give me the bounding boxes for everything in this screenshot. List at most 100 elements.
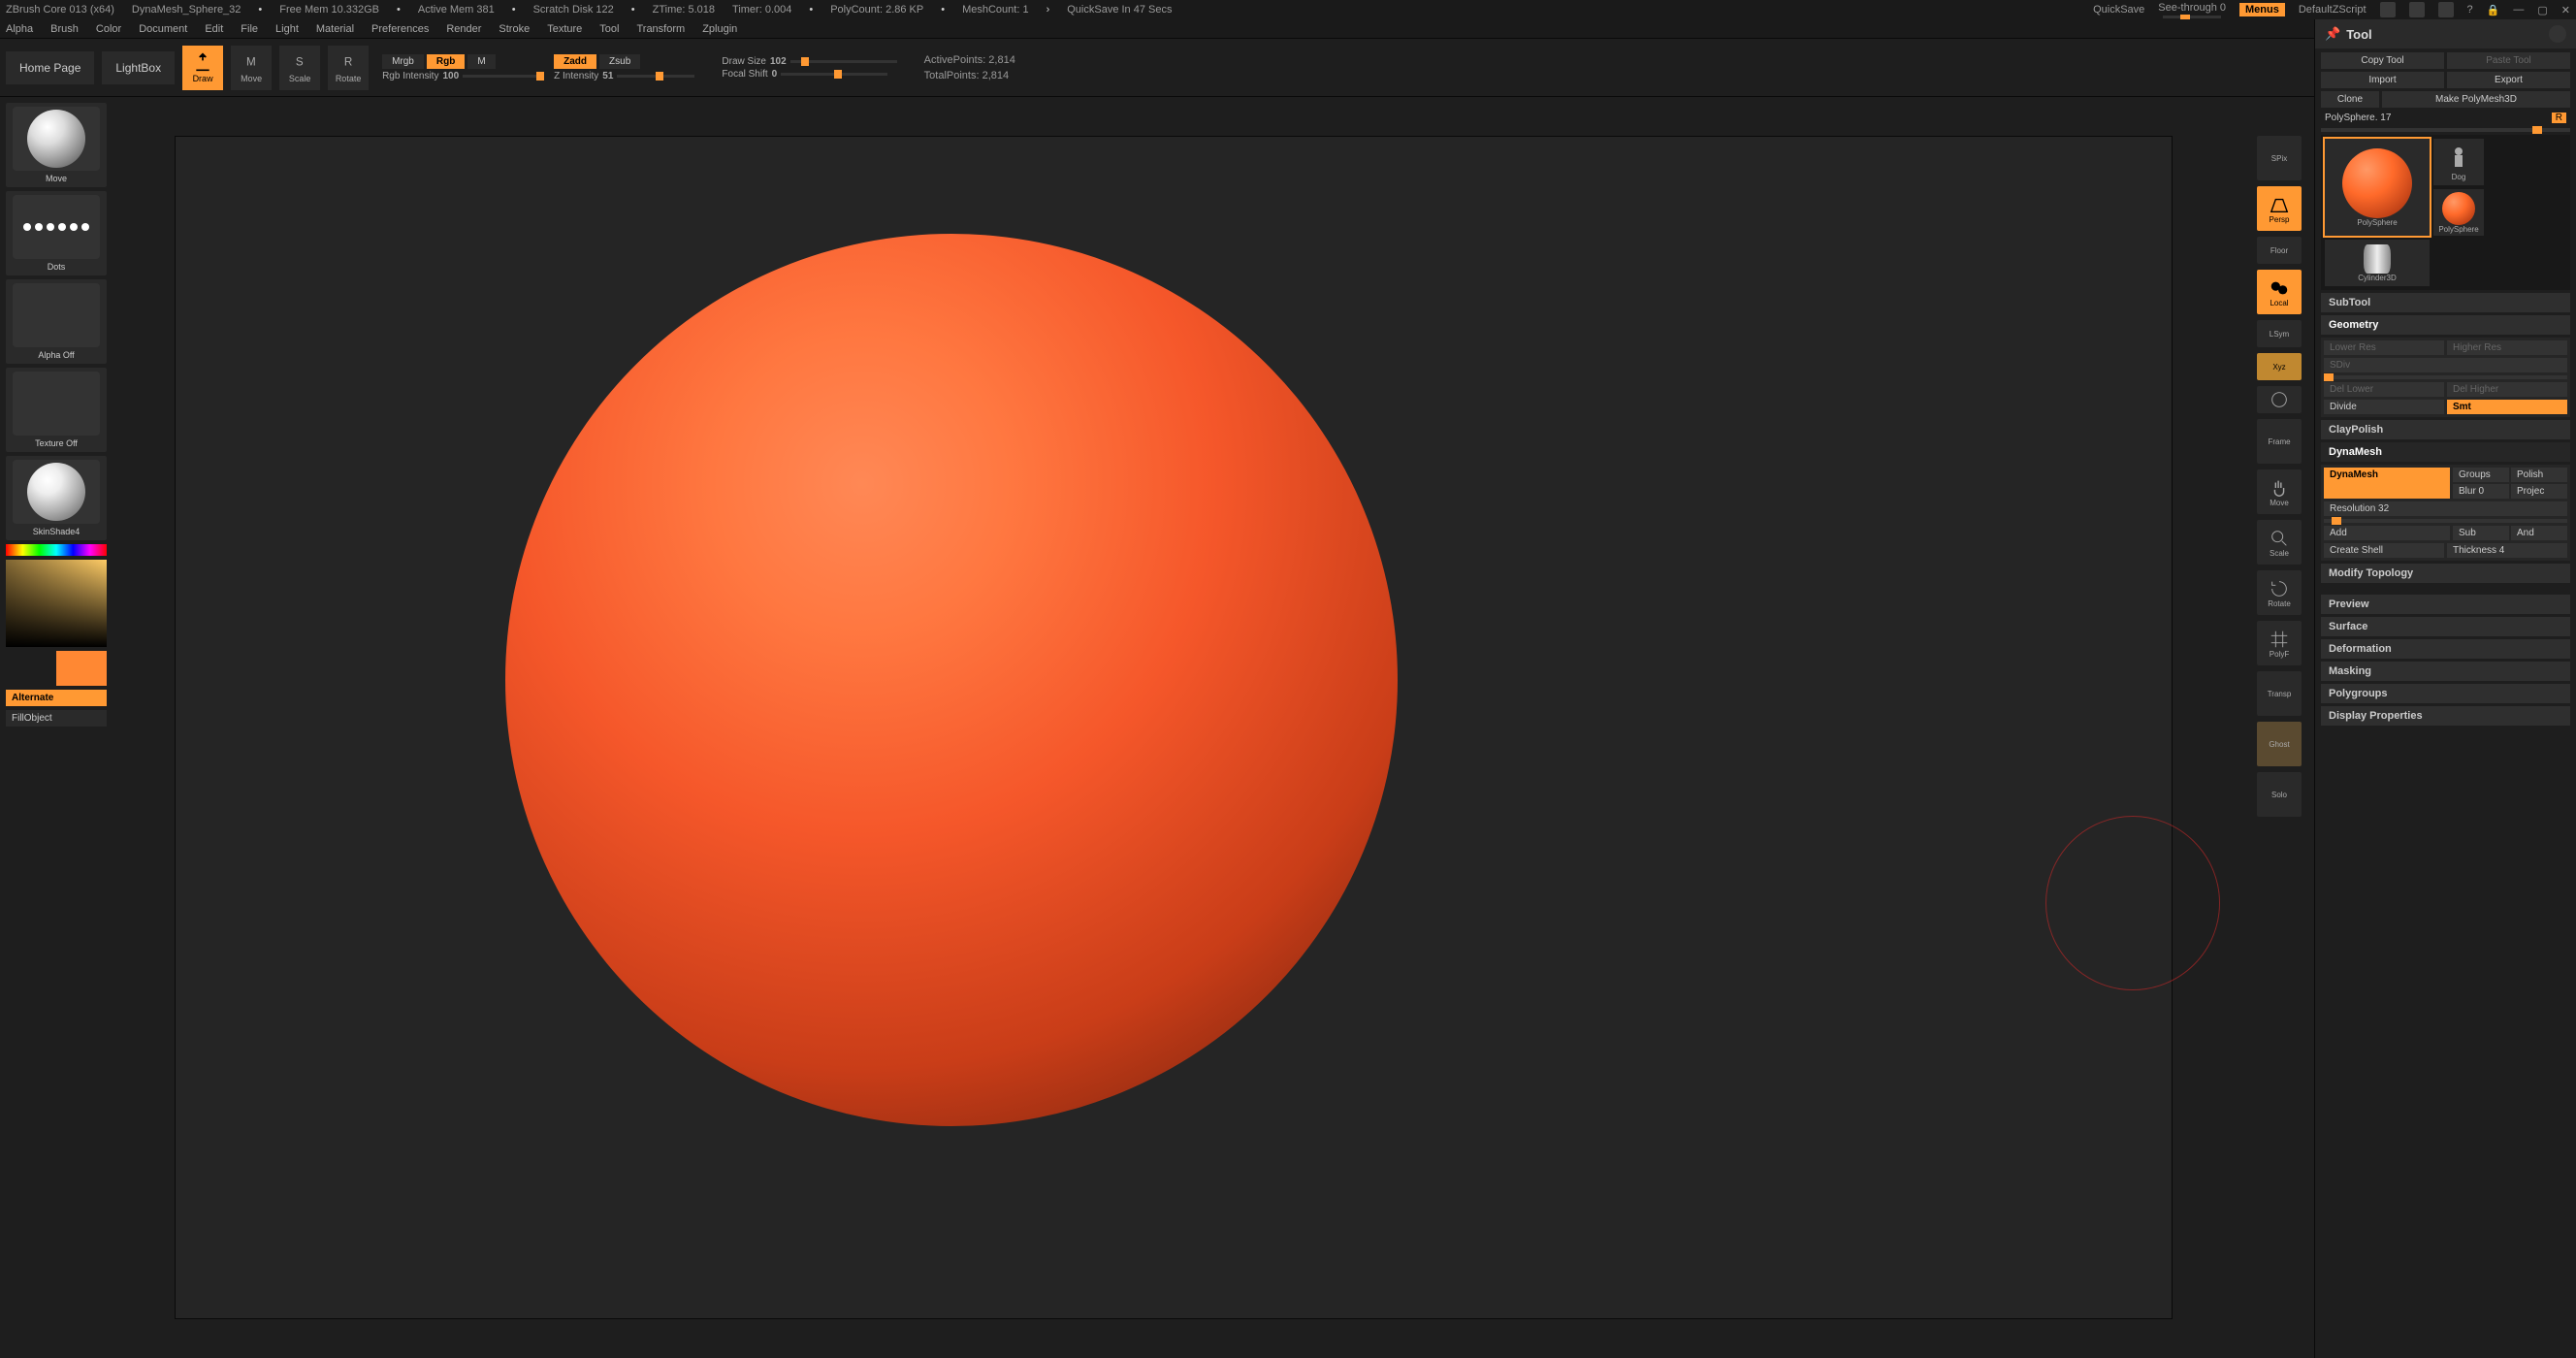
- section-display-properties[interactable]: Display Properties: [2321, 706, 2570, 726]
- rotate-mode-button[interactable]: R Rotate: [328, 46, 369, 90]
- and-button[interactable]: And: [2511, 526, 2567, 540]
- section-preview[interactable]: Preview: [2321, 595, 2570, 614]
- alternate-button[interactable]: Alternate: [6, 690, 107, 706]
- texture-selector[interactable]: Texture Off: [6, 368, 107, 452]
- paste-tool-button[interactable]: Paste Tool: [2447, 52, 2570, 69]
- menu-material[interactable]: Material: [316, 23, 354, 35]
- menus-button[interactable]: Menus: [2239, 3, 2285, 16]
- maximize-icon[interactable]: ▢: [2537, 4, 2547, 16]
- brush-selector[interactable]: Move: [6, 103, 107, 187]
- hue-strip[interactable]: [6, 544, 107, 556]
- lsym-button[interactable]: LSym: [2257, 320, 2302, 347]
- lightbox-button[interactable]: LightBox: [102, 51, 175, 84]
- viewport[interactable]: [175, 136, 2173, 1319]
- rgb-button[interactable]: Rgb: [427, 54, 465, 69]
- menu-preferences[interactable]: Preferences: [371, 23, 429, 35]
- z-intensity-slider[interactable]: [617, 75, 694, 78]
- fillobject-button[interactable]: FillObject: [6, 710, 107, 727]
- create-shell-button[interactable]: Create Shell: [2324, 543, 2444, 558]
- layout-icon[interactable]: [2380, 2, 2396, 17]
- menu-stroke[interactable]: Stroke: [499, 23, 530, 35]
- smt-button[interactable]: Smt: [2447, 400, 2567, 414]
- menu-brush[interactable]: Brush: [50, 23, 79, 35]
- rgb-intensity-slider[interactable]: [463, 75, 540, 78]
- section-deformation[interactable]: Deformation: [2321, 639, 2570, 659]
- section-polygroups[interactable]: Polygroups: [2321, 684, 2570, 703]
- nav-move-button[interactable]: Move: [2257, 469, 2302, 514]
- groups-button[interactable]: Groups: [2453, 468, 2509, 482]
- divide-button[interactable]: Divide: [2324, 400, 2444, 414]
- section-masking[interactable]: Masking: [2321, 662, 2570, 681]
- mesh-sphere[interactable]: [505, 234, 1398, 1126]
- tool-thumb-dog[interactable]: Dog: [2433, 139, 2484, 185]
- menu-file[interactable]: File: [241, 23, 258, 35]
- transp-button[interactable]: Transp: [2257, 671, 2302, 716]
- menu-texture[interactable]: Texture: [547, 23, 582, 35]
- menu-document[interactable]: Document: [139, 23, 187, 35]
- minimize-icon[interactable]: —: [2513, 4, 2524, 16]
- tool-thumb-cylinder[interactable]: Cylinder3D: [2325, 240, 2430, 286]
- menu-render[interactable]: Render: [446, 23, 481, 35]
- grid-icon[interactable]: [2438, 2, 2454, 17]
- pin-icon[interactable]: 📌: [2325, 26, 2340, 42]
- xyz-button[interactable]: Xyz: [2257, 353, 2302, 380]
- section-modify-topology[interactable]: Modify Topology: [2321, 564, 2570, 583]
- menu-transform[interactable]: Transform: [636, 23, 685, 35]
- thickness-slider[interactable]: Thickness 4: [2447, 543, 2567, 558]
- swatch-secondary[interactable]: [56, 651, 107, 686]
- section-claypolish[interactable]: ClayPolish: [2321, 420, 2570, 439]
- close-icon[interactable]: ✕: [2561, 4, 2570, 16]
- make-polymesh-button[interactable]: Make PolyMesh3D: [2382, 91, 2570, 108]
- lock-icon[interactable]: 🔒: [2487, 4, 2500, 16]
- lower-res-button[interactable]: Lower Res: [2324, 340, 2444, 355]
- draw-size-slider[interactable]: [790, 60, 897, 63]
- sub-button[interactable]: Sub: [2453, 526, 2509, 540]
- polish-button[interactable]: Polish: [2511, 468, 2567, 482]
- tool-panel-header[interactable]: 📌 Tool: [2315, 19, 2576, 48]
- export-button[interactable]: Export: [2447, 72, 2570, 88]
- spix-button[interactable]: SPix: [2257, 136, 2302, 180]
- seethrough-slider[interactable]: [2163, 16, 2221, 18]
- solo-button[interactable]: Solo: [2257, 772, 2302, 817]
- tool-thumb-polysphere2[interactable]: PolySphere: [2433, 189, 2484, 236]
- menu-edit[interactable]: Edit: [205, 23, 223, 35]
- move-mode-button[interactable]: M Move: [231, 46, 272, 90]
- alpha-selector[interactable]: Alpha Off: [6, 279, 107, 364]
- section-subtool[interactable]: SubTool: [2321, 293, 2570, 312]
- ghost-button[interactable]: Ghost: [2257, 722, 2302, 766]
- focal-shift-slider[interactable]: [781, 73, 887, 76]
- persp-button[interactable]: Persp: [2257, 186, 2302, 231]
- frame-button[interactable]: Frame: [2257, 419, 2302, 464]
- polyf-button[interactable]: PolyF: [2257, 621, 2302, 665]
- tool-r-button[interactable]: R: [2552, 113, 2566, 123]
- menu-light[interactable]: Light: [275, 23, 299, 35]
- dynamesh-button[interactable]: DynaMesh: [2324, 468, 2450, 499]
- section-dynamesh[interactable]: DynaMesh: [2321, 442, 2570, 462]
- mrgb-button[interactable]: Mrgb: [382, 54, 424, 69]
- resolution-slider-track[interactable]: [2324, 519, 2567, 523]
- floor-button[interactable]: Floor: [2257, 237, 2302, 264]
- blur-slider[interactable]: Blur 0: [2453, 484, 2509, 499]
- help-icon[interactable]: ?: [2467, 4, 2473, 16]
- project-button[interactable]: Projec: [2511, 484, 2567, 499]
- del-lower-button[interactable]: Del Lower: [2324, 382, 2444, 397]
- color-picker[interactable]: [6, 560, 107, 647]
- menu-tool[interactable]: Tool: [599, 23, 619, 35]
- local-button[interactable]: Local: [2257, 270, 2302, 314]
- tool-slider[interactable]: [2321, 128, 2570, 132]
- zsub-button[interactable]: Zsub: [599, 54, 640, 69]
- stroke-selector[interactable]: Dots: [6, 191, 107, 275]
- menu-color[interactable]: Color: [96, 23, 121, 35]
- del-higher-button[interactable]: Del Higher: [2447, 382, 2567, 397]
- sdiv-slider-track[interactable]: [2324, 375, 2567, 379]
- refresh-icon[interactable]: [2549, 25, 2566, 43]
- import-button[interactable]: Import: [2321, 72, 2444, 88]
- scale-mode-button[interactable]: S Scale: [279, 46, 320, 90]
- resolution-slider[interactable]: Resolution 32: [2324, 501, 2567, 516]
- axis-button[interactable]: [2257, 386, 2302, 413]
- material-selector[interactable]: SkinShade4: [6, 456, 107, 540]
- section-surface[interactable]: Surface: [2321, 617, 2570, 636]
- menu-alpha[interactable]: Alpha: [6, 23, 33, 35]
- copy-tool-button[interactable]: Copy Tool: [2321, 52, 2444, 69]
- cog-icon[interactable]: [2409, 2, 2425, 17]
